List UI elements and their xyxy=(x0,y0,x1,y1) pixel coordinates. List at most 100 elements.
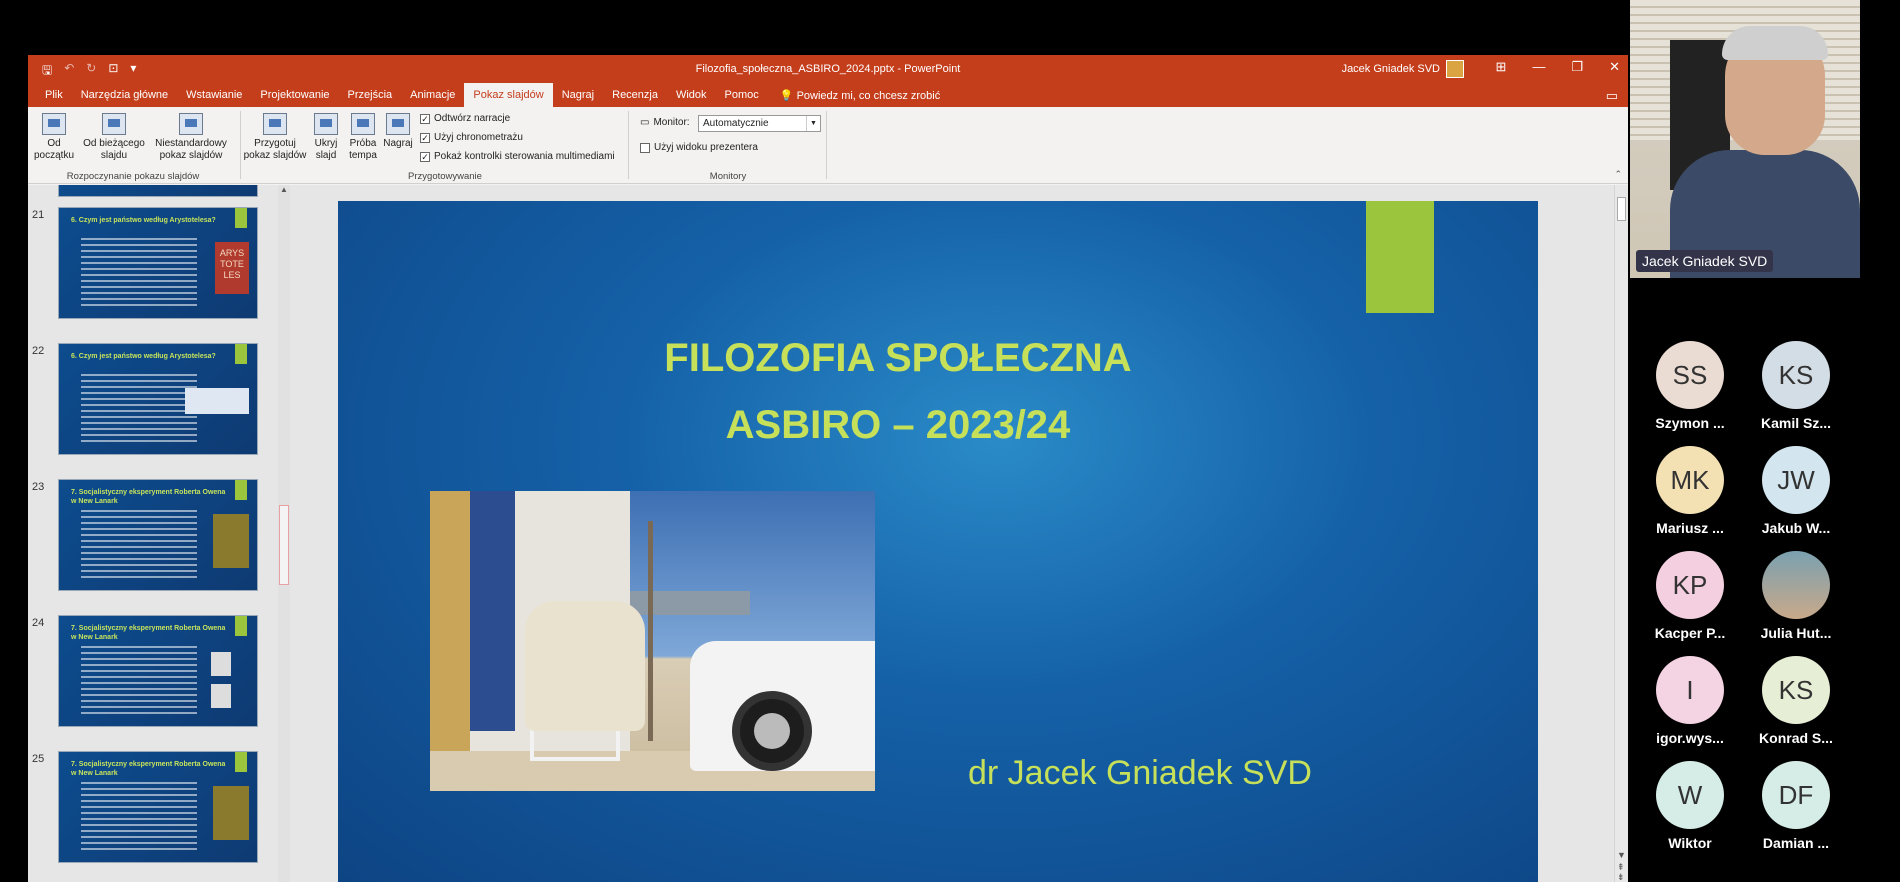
participant-tile[interactable]: SS Szymon ... xyxy=(1640,341,1740,431)
participant-name: Konrad S... xyxy=(1759,730,1833,746)
checkbox-checked-icon: ✓ xyxy=(420,151,430,162)
thumbnail-picture xyxy=(185,388,249,414)
ribbon-tab[interactable]: Pomoc xyxy=(716,83,768,107)
participant-name: Mariusz ... xyxy=(1656,520,1724,536)
thumbnail-accent xyxy=(235,616,247,636)
thumbnail-picture xyxy=(213,514,249,568)
scrollbar-thumb[interactable] xyxy=(279,505,289,585)
ribbon-display-icon[interactable]: ⊞ xyxy=(1496,59,1507,75)
stopwatch-icon xyxy=(351,113,375,135)
custom-show-button[interactable]: Niestandardowy pokaz slajdów xyxy=(148,113,234,162)
speaker-name-label: Jacek Gniadek SVD xyxy=(1636,250,1774,272)
participant-tile[interactable]: KS Kamil Sz... xyxy=(1746,341,1846,431)
slide-thumbnail[interactable]: 6. Czym jest państwo według Arystotelesa… xyxy=(58,207,258,319)
user-name[interactable]: Jacek Gniadek SVD xyxy=(1342,63,1440,75)
thumbnail-picture xyxy=(211,652,231,676)
ribbon-tab[interactable]: Animacje xyxy=(401,83,464,107)
participant-tile[interactable]: JW Jakub W... xyxy=(1746,446,1846,536)
custom-show-icon xyxy=(179,113,203,135)
participant-name: Kacper P... xyxy=(1654,625,1726,641)
ribbon-tabs: Plik Narzędzia główne Wstawianie Projektowa… xyxy=(28,83,1628,107)
participant-avatar: I xyxy=(1656,656,1724,724)
ribbon-tab[interactable]: Widok xyxy=(667,83,716,107)
next-slide-icon[interactable]: ⇟ xyxy=(1617,872,1625,882)
participant-avatar: W xyxy=(1656,761,1724,829)
thumbnail-title: 7. Socjalistyczny eksperyment Roberta Ow… xyxy=(71,761,226,777)
participant-avatar xyxy=(1762,551,1830,619)
ribbon-tab[interactable]: Narzędzia główne xyxy=(72,83,177,107)
ribbon-tab[interactable]: Wstawianie xyxy=(177,83,251,107)
ribbon-tab[interactable]: Nagraj xyxy=(553,83,603,107)
media-controls-checkbox[interactable]: ✓ Pokaż kontrolki sterowania multimediam… xyxy=(420,151,615,162)
slide-thumbnail-previous[interactable] xyxy=(58,185,258,197)
slide-thumbnail[interactable]: 7. Socjalistyczny eksperyment Roberta Ow… xyxy=(58,615,258,727)
slide-title-line1[interactable]: FILOZOFIA SPOŁECZNA xyxy=(338,336,1458,381)
collapse-ribbon-icon[interactable]: ⌃ xyxy=(1614,169,1622,180)
ribbon-tab[interactable]: Projektowanie xyxy=(251,83,338,107)
ribbon-tab[interactable]: Recenzja xyxy=(603,83,667,107)
slide-edit-area: FILOZOFIA SPOŁECZNA ASBIRO – 2023/24 dr … xyxy=(290,185,1628,882)
scroll-up-icon[interactable]: ▲ xyxy=(280,185,288,194)
thumbnail-title: 7. Socjalistyczny eksperyment Roberta Ow… xyxy=(71,625,226,641)
from-current-button[interactable]: Od bieżącego slajdu xyxy=(78,113,150,162)
from-beginning-button[interactable]: Od początku xyxy=(34,113,74,162)
participant-avatar: JW xyxy=(1762,446,1830,514)
thumbnail-title: 7. Socjalistyczny eksperyment Roberta Ow… xyxy=(71,489,226,505)
participant-avatar: MK xyxy=(1656,446,1724,514)
checkbox-unchecked-icon xyxy=(640,142,650,153)
thumbnails-scrollbar[interactable]: ▲ xyxy=(278,185,290,882)
monitor-select[interactable]: Automatycznie ▼ xyxy=(698,115,821,132)
participant-tile[interactable]: KS Konrad S... xyxy=(1746,656,1846,746)
slide-title-line2[interactable]: ASBIRO – 2023/24 xyxy=(338,403,1458,448)
close-icon[interactable]: ✕ xyxy=(1609,59,1620,75)
hide-slide-button[interactable]: Ukryj slajd xyxy=(308,113,344,162)
thumbnail-title: 6. Czym jest państwo według Arystotelesa… xyxy=(71,217,216,224)
monitor-label: ▭ Monitor: xyxy=(640,117,690,128)
lightbulb-icon: 💡 xyxy=(779,90,797,102)
comments-icon[interactable]: ▭ xyxy=(1606,88,1618,104)
tell-me-search[interactable]: 💡 Powiedz mi, co chcesz zrobić xyxy=(768,83,949,107)
slide-thumbnail[interactable]: 7. Socjalistyczny eksperyment Roberta Ow… xyxy=(58,479,258,591)
participant-tile[interactable]: KP Kacper P... xyxy=(1640,551,1740,641)
participant-avatar: KS xyxy=(1762,656,1830,724)
setup-show-button[interactable]: Przygotuj pokaz slajdów xyxy=(240,113,310,162)
participant-tile[interactable]: DF Damian ... xyxy=(1746,761,1846,851)
participant-avatar: DF xyxy=(1762,761,1830,829)
scroll-down-icon[interactable]: ▼ xyxy=(1617,850,1626,860)
thumbnail-accent xyxy=(235,480,247,500)
slide-author[interactable]: dr Jacek Gniadek SVD xyxy=(968,754,1312,793)
current-slide[interactable]: FILOZOFIA SPOŁECZNA ASBIRO – 2023/24 dr … xyxy=(338,201,1538,882)
minimize-icon[interactable]: — xyxy=(1532,59,1545,75)
speaker-video[interactable]: Jacek Gniadek SVD xyxy=(1630,0,1860,278)
slide-number: 21 xyxy=(32,209,45,221)
participant-name: Szymon ... xyxy=(1655,415,1725,431)
ribbon-tab[interactable]: Przejścia xyxy=(339,83,402,107)
slide-scrollbar[interactable]: ▼ ⇞ ⇟ xyxy=(1614,185,1628,882)
participant-tile[interactable]: W Wiktor xyxy=(1640,761,1740,851)
participant-tile[interactable]: MK Mariusz ... xyxy=(1640,446,1740,536)
restore-icon[interactable]: ❐ xyxy=(1571,59,1583,75)
play-narrations-checkbox[interactable]: ✓ Odtwórz narracje xyxy=(420,113,510,124)
participant-tile[interactable]: Iigor.wys... xyxy=(1640,656,1740,746)
slide-photo[interactable] xyxy=(430,491,875,791)
slide-number: 23 xyxy=(32,481,45,493)
presenter-view-checkbox[interactable]: Użyj widoku prezentera xyxy=(640,142,758,153)
slide-thumbnail[interactable]: 7. Socjalistyczny eksperyment Roberta Ow… xyxy=(58,751,258,863)
user-avatar[interactable] xyxy=(1446,60,1464,78)
slide-number: 24 xyxy=(32,617,45,629)
group-divider xyxy=(628,111,629,179)
ribbon: Od początku Od bieżącego slajdu Niestand… xyxy=(28,107,1628,184)
participant-avatar: KP xyxy=(1656,551,1724,619)
record-icon xyxy=(386,113,410,135)
scrollbar-thumb[interactable] xyxy=(1617,197,1626,221)
ribbon-tab[interactable]: Pokaz slajdów xyxy=(464,83,553,107)
participant-name: Kamil Sz... xyxy=(1760,415,1832,431)
slide-thumbnail[interactable]: 6. Czym jest państwo według Arystotelesa… xyxy=(58,343,258,455)
rehearse-timings-button[interactable]: Próba tempa xyxy=(346,113,380,162)
slide-number: 22 xyxy=(32,345,45,357)
participant-tile[interactable]: Julia Hut... xyxy=(1746,551,1846,641)
use-timings-checkbox[interactable]: ✓ Użyj chronometrażu xyxy=(420,132,523,143)
record-button[interactable]: Nagraj xyxy=(381,113,415,150)
ribbon-tab[interactable]: Plik xyxy=(36,83,72,107)
thumbnail-text-lines xyxy=(81,646,197,716)
